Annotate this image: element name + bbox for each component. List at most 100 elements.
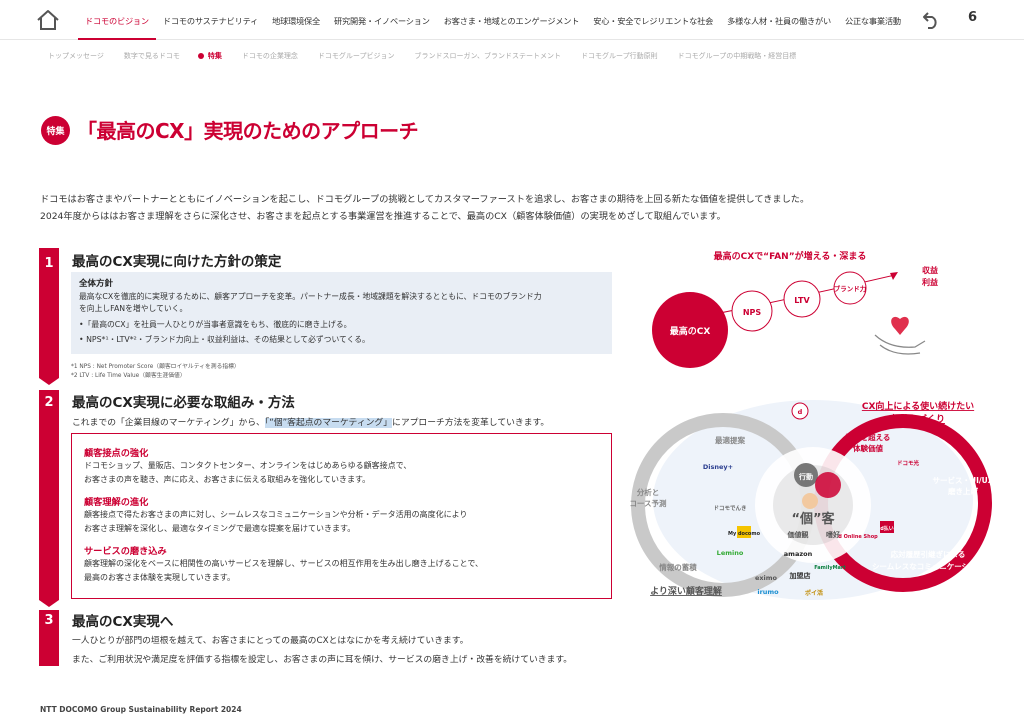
section-title: サービスの磨き込み <box>84 546 167 557</box>
left-bottom-title: より深い顧客理解 <box>650 585 722 597</box>
poikatsu-logo: ポイ活 <box>805 589 823 597</box>
policy-title: 全体方針 <box>79 279 114 289</box>
d-payment-logo: d払い <box>880 525 894 532</box>
subnav-item-feature[interactable]: 特集 <box>208 51 232 61</box>
amazon-logo: amazon <box>784 550 813 558</box>
right-title: CX向上による使い続けたい <box>862 400 974 412</box>
intro-line: 2024年度からははお客さま理解をさらに深化させ、お客さまを起点とする事業運営を… <box>40 211 726 222</box>
my-docomo-logo: My docomo <box>728 531 761 537</box>
cycle-label: 最適提案 <box>715 435 745 445</box>
section-body: ドコモショップ、量販店、コンタクトセンター、オンラインをはじめあらゆる顧客接点で… <box>84 459 599 487</box>
nav-item-engagement[interactable]: お客さま・地域とのエンゲージメント <box>437 0 587 40</box>
page-title: 「最高のCX」実現のためのアプローチ <box>77 119 419 143</box>
step3-heading: 最高のCX実現へ <box>72 614 174 630</box>
policy-bullet: • NPS*¹・LTV*²・ブランド力向上・収益利益は、その結果として必ずついて… <box>79 335 370 344</box>
subnav-item-top-message[interactable]: トップメッセージ <box>40 51 114 61</box>
footer-report-title: NTT DOCOMO Group Sustainability Report 2… <box>40 705 242 714</box>
section-line: お客さま理解を深化し、最適なタイミングで最適な提案を届けていきます。 <box>84 524 356 533</box>
nav-item-fair-business[interactable]: 公正な事業活動 <box>838 0 908 40</box>
subnav-item-mid-term-strategy[interactable]: ドコモグループの中期戦略・経営目標 <box>668 51 807 61</box>
nav-menu: ドコモのビジョン ドコモのサステナビリティ 地球環境保全 研究開発・イノベーショ… <box>78 0 908 40</box>
policy-bullet: •「最高のCX」を社員一人ひとりが当事者意識をもち、徹底的に磨き上げる。 <box>79 320 352 329</box>
subnav-item-philosophy[interactable]: ドコモの企業理念 <box>232 51 308 61</box>
heart-hands-icon <box>874 316 926 355</box>
cycle-label: 分析と <box>637 487 660 497</box>
nav-item-safety[interactable]: 安心・安全でレジリエントな社会 <box>586 0 720 40</box>
step-number-1: 1 <box>44 256 54 271</box>
section-title: 顧客理解の進化 <box>84 497 149 508</box>
back-arrow-icon[interactable] <box>922 10 940 30</box>
best-cx-label: 最高のCX <box>670 325 711 337</box>
policy-box: 全体方針 最高なCXを徹底的に実現するために、顧客アプローチを変革。パートナー成… <box>71 272 612 354</box>
section-line: お客さまの声を聴き、声に応え、お客さまに伝える取組みを強化していきます。 <box>84 475 371 484</box>
fan-diagram: 最高のCXで“FAN”が増える・深まる 最高のCX NPS LTV ブランド力 … <box>652 250 938 368</box>
lead-highlight: 「“個”客起点のマーケティング」 <box>264 418 393 428</box>
irumo-logo: irumo <box>757 588 779 596</box>
cycle-label: 情報の蓄積 <box>658 562 697 572</box>
subnav-item-code-of-conduct[interactable]: ドコモグループ行動原則 <box>571 51 668 61</box>
section-line: 顧客理解の深化をベースに相関性の高いサービスを理解し、サービスの相互作用を生み出… <box>84 559 484 568</box>
subnav-item-group-vision[interactable]: ドコモグループビジョン <box>308 51 405 61</box>
intro-text: ドコモはお客さまやパートナーとともにイノベーションを起こし、ドコモグループの挑戦… <box>40 191 980 225</box>
denki-logo: ドコモでんき <box>713 504 746 512</box>
lead-text: にアプローチ方法を変革していきます。 <box>392 418 550 428</box>
step3-text: また、ご利用状況や満足度を評価する指標を設定し、お客さまの声に耳を傾け、サービス… <box>72 655 573 665</box>
member-store-label: 加盟店 <box>789 571 811 580</box>
policy-text: 最高なCXを徹底的に実現するために、顧客アプローチを変革。パートナー成長・地域課… <box>79 292 542 301</box>
step-bars <box>39 248 59 666</box>
brand-label: ブランド力 <box>834 284 867 293</box>
nps-label: NPS <box>743 308 762 317</box>
nav-item-environment[interactable]: 地球環境保全 <box>265 0 327 40</box>
active-dot-icon <box>197 53 204 59</box>
home-icon[interactable] <box>36 9 60 31</box>
nav-item-diversity[interactable]: 多様な人材・社員の働きがい <box>720 0 838 40</box>
d-point-logo: d <box>798 408 803 416</box>
approach-box: 顧客接点の強化 ドコモショップ、量販店、コンタクトセンター、オンラインをはじめあ… <box>71 433 612 599</box>
lead-text: これまでの「企業目線のマーケティング」から、 <box>72 418 265 428</box>
step1-heading: 最高のCX実現に向けた方針の策定 <box>72 254 282 270</box>
feature-badge: 特集 <box>41 116 70 145</box>
cycle-label: 期待を超える <box>846 432 891 442</box>
subnav-item-numbers[interactable]: 数字で見るドコモ <box>114 51 190 61</box>
ltv-label: LTV <box>794 296 810 305</box>
section-title: 顧客接点の強化 <box>84 448 149 459</box>
cycle-label: 応対履歴引継ぎによる <box>891 549 966 559</box>
action-label: 行動 <box>798 472 813 481</box>
section-line: 顧客接点で得たお客さまの声に対し、シームレスなコミュニケーションや分析・データ活… <box>84 510 468 519</box>
online-shop-logo: d Online Shop <box>838 534 878 540</box>
profit-label: 利益 <box>921 277 938 287</box>
right-title: 気持ちづくり <box>891 413 945 425</box>
footnote: *2 LTV : Life Time Value（顧客生涯価値） <box>71 373 186 379</box>
step3-text: 一人ひとりが部門の垣根を越えて、お客さまにとっての最高のCXとはなにかを考え続け… <box>72 636 469 646</box>
step2-heading: 最高のCX実現に必要な取組み・方法 <box>72 395 295 411</box>
nav-item-vision[interactable]: ドコモのビジョン <box>78 0 156 40</box>
cycle-label: コース予測 <box>629 498 667 508</box>
docomo-hikari-logo: ドコモ光 <box>897 459 920 467</box>
fan-diagram-title: 最高のCXで“FAN”が増える・深まる <box>714 250 867 262</box>
eximo-logo: eximo <box>755 574 778 582</box>
revenue-label: 収益 <box>922 265 938 275</box>
cycle-label: 磨き上げ <box>947 486 978 496</box>
cx-cycle-diagram: 行動 “個”客 価値観 嗜好 最適提案 分析と コース予測 情報の蓄積 期待を超… <box>629 400 994 600</box>
step-number-3: 3 <box>44 613 54 628</box>
section-body: 顧客理解の深化をベースに相関性の高いサービスを理解し、サービスの相互作用を生み出… <box>84 557 599 585</box>
values-label: 価値観 <box>787 530 809 539</box>
cycle-label: シームレスなコミュニケーション <box>872 562 985 571</box>
section-line: 最高のお客さま体験を実現していきます。 <box>84 573 235 582</box>
nav-item-sustainability[interactable]: ドコモのサステナビリティ <box>156 0 265 40</box>
cycle-label: 体験価値 <box>853 443 883 453</box>
nav-item-rnd[interactable]: 研究開発・イノベーション <box>327 0 437 40</box>
person-icon <box>802 493 818 509</box>
disney-logo: Disney+ <box>703 463 733 471</box>
individual-customer-label: “個”客 <box>791 511 835 527</box>
section-body: 顧客接点で得たお客さまの声に対し、シームレスなコミュニケーションや分析・データ活… <box>84 508 599 536</box>
section-line: ドコモショップ、量販店、コンタクトセンター、オンラインをはじめあらゆる顧客接点で… <box>84 461 412 470</box>
page-number: 6 <box>968 10 978 25</box>
footnote: *1 NPS : Net Promoter Score（顧客ロイヤルティを測る指… <box>71 364 240 370</box>
intro-line: ドコモはお客さまやパートナーとともにイノベーションを起こし、ドコモグループの挑戦… <box>40 194 810 205</box>
cycle-label: サービス・UI/UX <box>933 475 994 485</box>
familymart-logo: FamilyMart <box>814 565 846 571</box>
subnav-item-brand-slogan[interactable]: ブランドスローガン、ブランドステートメント <box>404 51 571 61</box>
step-number-2: 2 <box>44 395 54 410</box>
sub-navigation: トップメッセージ 数字で見るドコモ 特集 ドコモの企業理念 ドコモグループビジョ… <box>40 49 806 63</box>
